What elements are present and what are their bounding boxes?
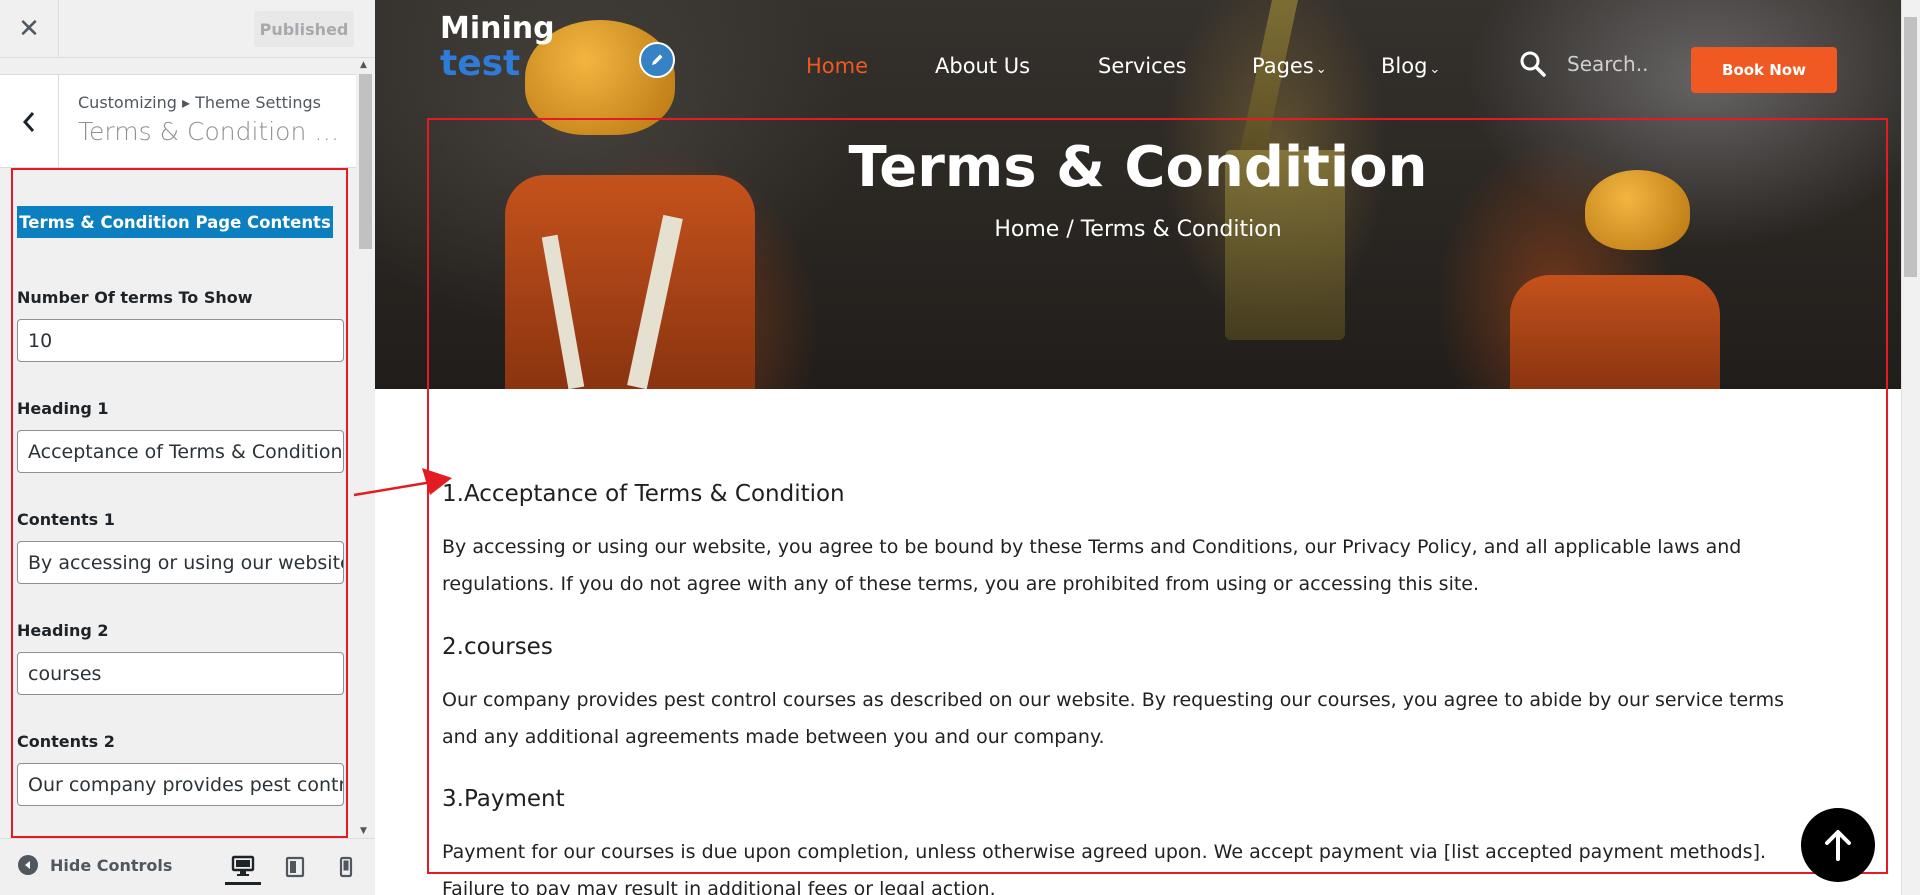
section-title: Terms & Condition Pa… bbox=[78, 117, 348, 146]
control-label: Contents 2 bbox=[17, 732, 115, 751]
control-label: Heading 1 bbox=[17, 399, 109, 418]
close-customizer-button[interactable]: ✕ bbox=[0, 0, 59, 58]
search-icon[interactable] bbox=[1519, 50, 1547, 78]
tablet-preview-button[interactable] bbox=[277, 849, 313, 885]
nav-pages[interactable]: Pages ⌄ bbox=[1252, 54, 1327, 78]
heading-2-input[interactable]: courses bbox=[17, 652, 344, 695]
contents-2-input[interactable]: Our company provides pest contro bbox=[17, 763, 344, 806]
controls-panel: Terms & Condition Page Contents Number O… bbox=[11, 168, 348, 838]
chevron-down-icon: ⌄ bbox=[1429, 62, 1441, 77]
search-area: Search.. bbox=[1519, 50, 1648, 78]
nav-pages-label: Pages bbox=[1252, 54, 1314, 78]
published-button[interactable]: Published bbox=[254, 11, 354, 47]
pencil-icon bbox=[652, 54, 663, 65]
nav-services[interactable]: Services bbox=[1098, 54, 1187, 78]
nav-home[interactable]: Home bbox=[806, 54, 868, 78]
nav-blog[interactable]: Blog ⌄ bbox=[1381, 54, 1440, 78]
book-now-button[interactable]: Book Now bbox=[1691, 47, 1837, 93]
mobile-icon bbox=[339, 856, 353, 878]
contents-1-input[interactable]: By accessing or using our website bbox=[17, 541, 344, 584]
chevron-down-icon: ⌄ bbox=[1315, 62, 1327, 77]
customizer-breadcrumb: Customizing ▸ Theme Settings bbox=[78, 93, 321, 112]
hide-controls-label: Hide Controls bbox=[50, 855, 173, 875]
site-logo[interactable]: Mining test bbox=[440, 14, 555, 82]
logo-line-2: test bbox=[440, 43, 521, 84]
collapse-icon bbox=[18, 855, 38, 875]
annotation-highlight-box bbox=[427, 118, 1888, 874]
control-label: Contents 1 bbox=[17, 510, 115, 529]
nav-blog-label: Blog bbox=[1381, 54, 1428, 78]
edit-shortcut-button[interactable] bbox=[639, 42, 675, 78]
customizer-footer: Hide Controls bbox=[0, 838, 375, 895]
customizer-top-bar: ✕ Published bbox=[0, 0, 375, 58]
site-preview: Mining test Home About Us Services Pages… bbox=[375, 0, 1920, 895]
preview-scrollbar-thumb[interactable] bbox=[1904, 17, 1917, 277]
desktop-icon bbox=[231, 855, 255, 876]
section-badge: Terms & Condition Page Contents bbox=[17, 206, 333, 238]
control-label: Number Of terms To Show bbox=[17, 288, 253, 307]
control-label: Heading 2 bbox=[17, 621, 109, 640]
tablet-icon bbox=[285, 856, 305, 878]
customizer-sidebar: ✕ Published Customizing ▸ Theme Settings… bbox=[0, 0, 375, 895]
annotation-arrow bbox=[353, 468, 452, 497]
arrow-up-icon bbox=[1825, 830, 1851, 861]
back-button[interactable] bbox=[0, 75, 59, 169]
hide-controls-button[interactable]: Hide Controls bbox=[18, 855, 172, 875]
scroll-to-top-button[interactable] bbox=[1801, 808, 1875, 882]
sidebar-scrollbar-thumb[interactable] bbox=[359, 74, 372, 249]
logo-line-1: Mining bbox=[440, 11, 555, 46]
mobile-preview-button[interactable] bbox=[328, 849, 364, 885]
nav-about[interactable]: About Us bbox=[935, 54, 1030, 78]
chevron-left-icon bbox=[22, 112, 35, 132]
section-header: Customizing ▸ Theme Settings Terms & Con… bbox=[0, 74, 356, 169]
number-of-terms-input[interactable]: 10 bbox=[17, 319, 344, 362]
scroll-down-arrow-icon[interactable]: ▼ bbox=[360, 826, 367, 836]
desktop-preview-button[interactable] bbox=[225, 849, 261, 885]
search-input[interactable]: Search.. bbox=[1567, 52, 1648, 76]
close-icon: ✕ bbox=[18, 14, 40, 44]
scroll-up-arrow-icon[interactable]: ▲ bbox=[360, 60, 367, 70]
heading-1-input[interactable]: Acceptance of Terms & Condition bbox=[17, 430, 344, 473]
